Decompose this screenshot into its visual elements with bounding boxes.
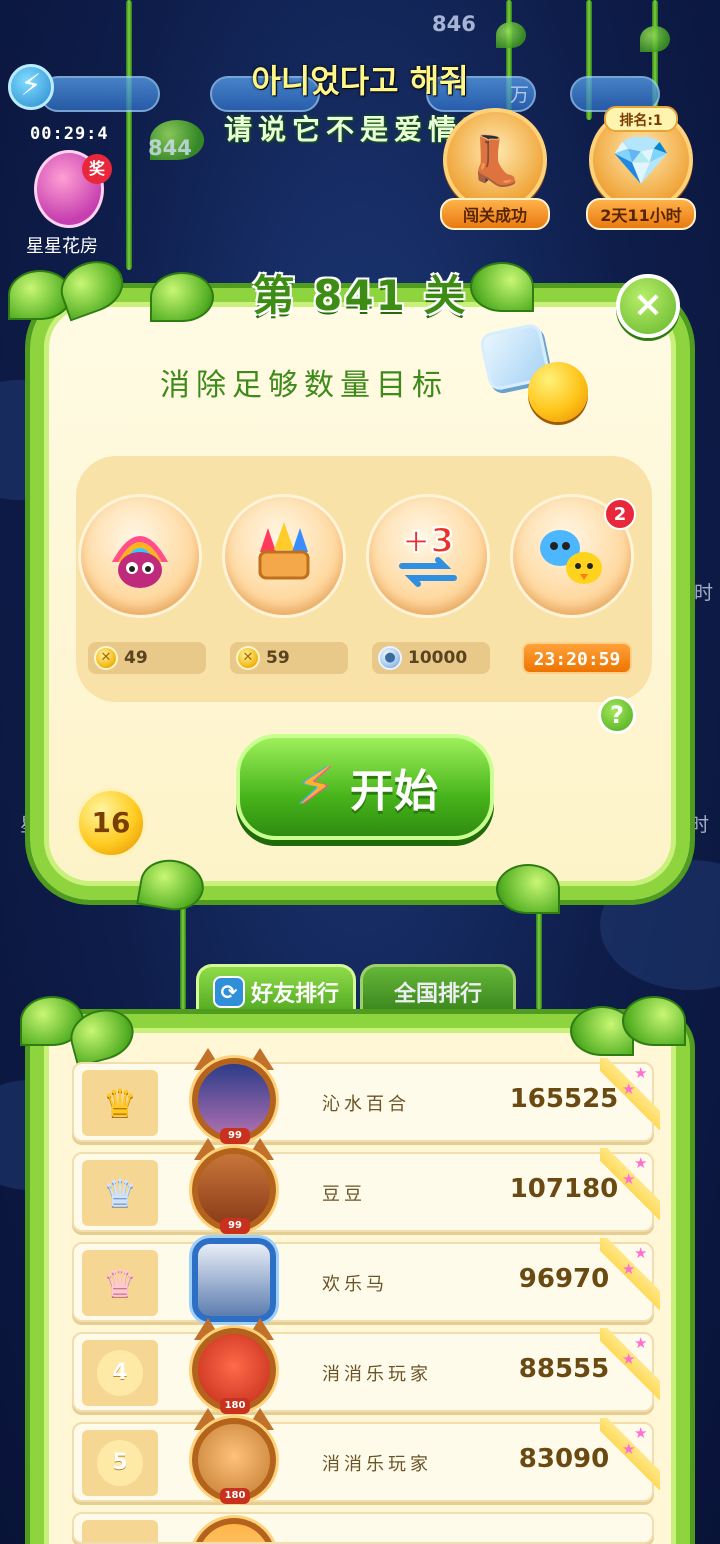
tab-label: 全国排行 [393, 981, 482, 1007]
rank-cell: ♛ [82, 1070, 158, 1136]
booster-price: ✕ 49 [88, 642, 206, 674]
map-fragment-text: 时 [694, 582, 714, 604]
booster-timer: 23:20:59 [522, 642, 632, 674]
event-label: 闯关成功 [440, 198, 550, 230]
map-fragment-text: 时 [690, 814, 710, 836]
gold-crown-icon: ♛ [102, 1081, 138, 1125]
tab-friends-ranking[interactable]: ⟳ 好友排行 [196, 964, 356, 1016]
refresh-icon: ⟳ [212, 975, 245, 1008]
leaderboard-row[interactable] [72, 1512, 654, 1544]
firework-icon [222, 494, 346, 618]
rank-cell: 5 [82, 1430, 158, 1496]
player-name: 消消乐玩家 [322, 1454, 432, 1475]
avatar-level-tag: 99 [220, 1218, 250, 1234]
rank-cell: ♛ [82, 1250, 158, 1316]
price-value: 59 [266, 648, 290, 668]
yellow-candy-icon [528, 362, 588, 422]
bronze-crown-icon: ♛ [102, 1261, 138, 1305]
rank-tag: 排名:1 [604, 106, 678, 132]
leaf-decoration [496, 864, 560, 914]
leaderboard-row[interactable]: 5 180 消消乐玩家 83090 ★ ★ [72, 1408, 660, 1504]
plus-three-moves-icon: +3 [366, 494, 490, 618]
rainbow-bird-icon [78, 494, 202, 618]
silver-coin-icon: ● [378, 646, 402, 670]
star-ribbon-icon: ★ ★ [600, 1238, 660, 1310]
silver-crown-icon: ♛ [102, 1171, 138, 1215]
star-house-label: 星星花房 [26, 236, 98, 257]
tab-national-ranking[interactable]: 全国排行 [360, 964, 516, 1016]
booster-rainbow-bird[interactable] [76, 494, 204, 618]
rank-number: 4 [97, 1350, 143, 1396]
player-name: 豆豆 [322, 1184, 366, 1205]
star-ribbon-icon: ★ ★ [600, 1148, 660, 1220]
event-ranking[interactable]: 排名:1 💎 2天11小时 [582, 106, 700, 230]
price-value: 10000 [408, 648, 468, 668]
lives-counter[interactable]: 16 [76, 788, 146, 858]
leaf-decoration [622, 996, 686, 1046]
start-button[interactable]: ⚡ 开始 [236, 734, 494, 840]
level-goal-text: 消除足够数量目标 [160, 368, 448, 403]
lyric-line-korean: 아니었다고 해줘 [251, 62, 469, 100]
booster-price: ✕ 59 [230, 642, 348, 674]
leaderboard-row[interactable]: ♛ 欢乐马 96970 ★ ★ [72, 1238, 660, 1322]
start-label: 开始 [350, 766, 438, 817]
booster-firework[interactable] [220, 494, 348, 618]
svg-text:+3: +3 [402, 521, 454, 561]
star-ribbon-icon: ★ ★ [600, 1328, 660, 1400]
rank-number: 5 [97, 1440, 143, 1486]
star-ribbon-icon: ★ ★ [600, 1418, 660, 1490]
player-name: 消消乐玩家 [322, 1364, 432, 1385]
player-name: 欢乐马 [322, 1274, 388, 1295]
coin-icon: ✕ [236, 646, 260, 670]
coin-icon: ✕ [94, 646, 118, 670]
event-level-success[interactable]: 👢 闯关成功 [436, 108, 554, 230]
leaderboard-row[interactable]: ♛ 99 沁水百合 165525 ★ ★ [72, 1048, 660, 1144]
lightning-icon: ⚡ [296, 757, 334, 817]
leaderboard-row[interactable]: 4 180 消消乐玩家 88555 ★ ★ [72, 1318, 660, 1414]
avatar[interactable] [192, 1518, 276, 1542]
star-house-button[interactable]: 奖 星星花房 [22, 150, 114, 260]
star-ribbon-icon: ★ ★ [600, 1058, 660, 1130]
close-button[interactable]: × [616, 274, 680, 338]
boots-icon: 👢 [443, 108, 547, 212]
tab-label: 好友排行 [250, 981, 339, 1007]
player-name: 沁水百合 [322, 1094, 410, 1115]
booster-price: ● 10000 [372, 642, 490, 674]
leaderboard-row[interactable]: ♛ 99 豆豆 107180 ★ ★ [72, 1138, 660, 1234]
help-button[interactable]: ? [598, 696, 636, 734]
event-countdown: 2天11小时 [586, 198, 696, 230]
avatar[interactable] [192, 1238, 276, 1322]
notification-badge: 2 [604, 498, 636, 530]
reward-badge: 奖 [82, 154, 112, 184]
rank-cell: 4 [82, 1340, 158, 1406]
rank-cell [82, 1520, 158, 1542]
avatar-level-tag: 180 [220, 1488, 250, 1504]
price-value: 49 [124, 648, 148, 668]
level-title: 第 841 关 [252, 271, 468, 320]
rank-cell: ♛ [82, 1160, 158, 1226]
booster-plus-three-moves[interactable]: +3 [364, 494, 492, 618]
